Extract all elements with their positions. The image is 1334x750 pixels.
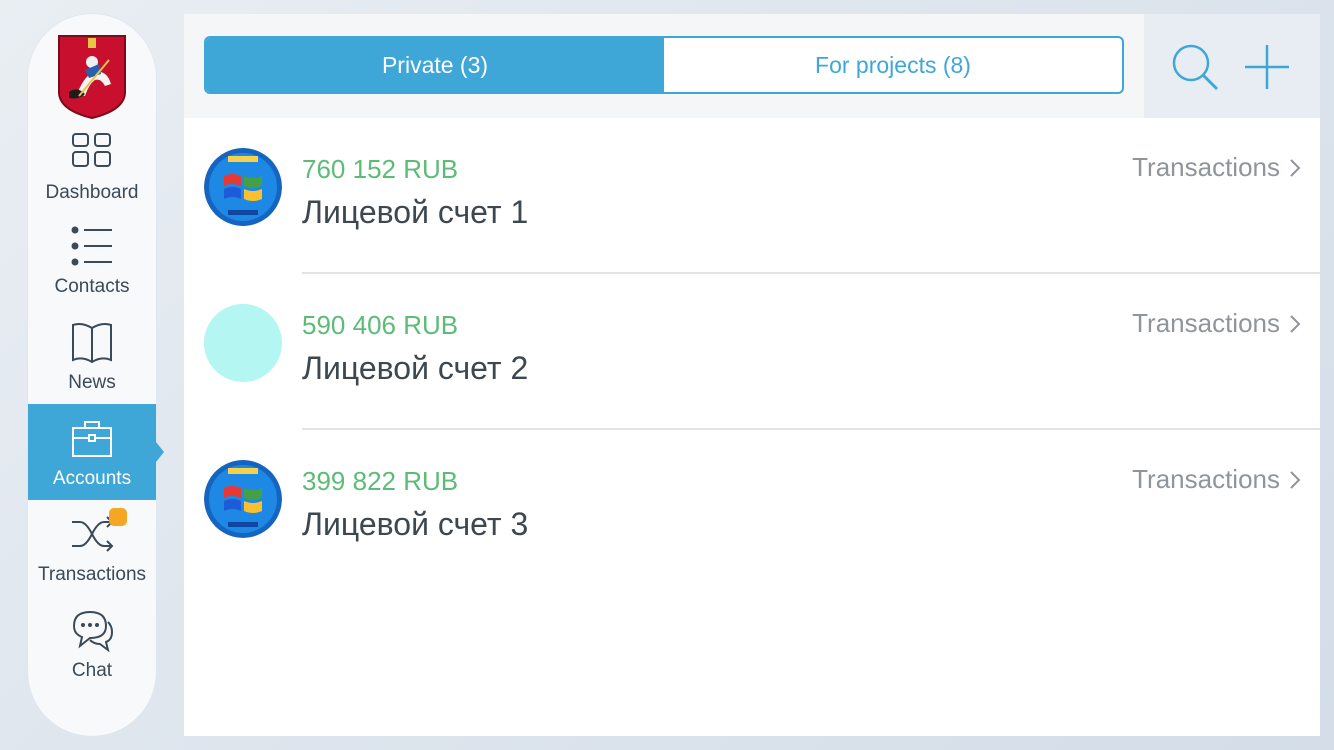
book-icon [70,320,114,364]
account-row[interactable]: 590 406 RUB Лицевой счет 2 Transactions [184,274,1320,430]
chevron-right-icon [1290,158,1301,177]
transactions-link-label: Transactions [1132,308,1280,338]
grid-icon [70,130,114,174]
chevron-right-icon [1290,314,1301,333]
transactions-link-label: Transactions [1132,152,1280,182]
sidebar-item-label: Chat [71,660,113,681]
account-name: Лицевой счет 1 [302,194,529,230]
windows-logo-avatar [204,460,282,538]
account-name: Лицевой счет 2 [302,350,529,386]
chat-bubbles-icon [70,608,114,652]
moscow-coat-of-arms-logo [55,34,129,120]
sidebar: Dashboard Contacts News Accounts Transac… [28,14,164,736]
sidebar-item-label: News [68,372,116,393]
sidebar-item-label: Dashboard [45,182,139,203]
sidebar-item-label: Transactions [37,564,147,585]
segmented-control: Private (3) For projects (8) [204,36,1124,94]
tab-bar: Private (3) For projects (8) [184,14,1144,118]
account-balance: 590 406 RUB [302,310,459,340]
sidebar-item-accounts[interactable]: Accounts [28,404,164,500]
sidebar-item-dashboard[interactable]: Dashboard [28,124,156,214]
transactions-link-label: Transactions [1132,464,1280,494]
transactions-link[interactable]: Transactions [1132,464,1302,495]
sidebar-item-label: Accounts [52,468,132,489]
list-icon [70,224,114,268]
notification-badge [109,508,127,526]
accounts-panel: Private (3) For projects (8) 760 152 RUB… [184,14,1320,736]
sidebar-item-label: Contacts [54,276,130,297]
placeholder-avatar [204,304,282,382]
tab-private[interactable]: Private (3) [206,38,664,92]
windows-logo-avatar [204,148,282,226]
briefcase-icon [70,416,114,460]
transactions-link[interactable]: Transactions [1132,152,1302,183]
chevron-right-icon [1290,470,1301,489]
sidebar-item-chat[interactable]: Chat [28,596,156,692]
toolbar-actions [1144,14,1320,118]
sidebar-item-news[interactable]: News [28,308,156,404]
search-icon [1172,44,1219,91]
add-account-button[interactable] [1242,42,1292,92]
tab-for-projects[interactable]: For projects (8) [664,38,1122,92]
transactions-link[interactable]: Transactions [1132,308,1302,339]
account-balance: 760 152 RUB [302,154,459,184]
account-row[interactable]: 399 822 RUB Лицевой счет 3 Transactions [184,430,1320,586]
account-row[interactable]: 760 152 RUB Лицевой счет 1 Transactions [184,118,1320,274]
sidebar-item-transactions[interactable]: Transactions [28,500,156,596]
shuffle-icon [70,512,114,556]
plus-icon [1245,45,1289,89]
sidebar-item-contacts[interactable]: Contacts [28,212,156,308]
search-button[interactable] [1170,42,1220,92]
account-name: Лицевой счет 3 [302,506,529,542]
account-balance: 399 822 RUB [302,466,459,496]
